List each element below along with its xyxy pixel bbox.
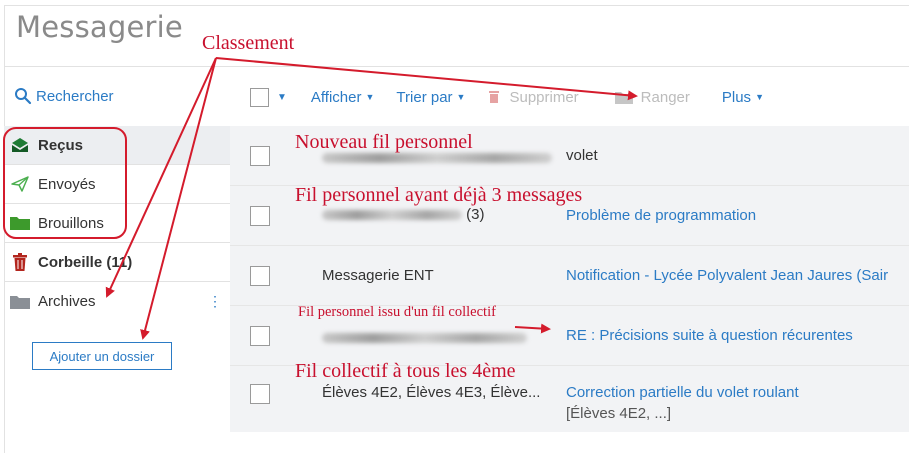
message-from [322,329,527,346]
chevron-down-icon: ▼ [755,92,764,102]
search-button[interactable]: Rechercher [14,87,114,105]
chevron-down-icon: ▼ [456,92,466,102]
inbox-icon [10,137,30,153]
move-label: Ranger [640,88,690,106]
sidebar-item-label: Reçus [38,136,84,154]
message-from: Élèves 4E2, Élèves 4E3, Élève... [322,384,541,401]
sidebar-item-label: Archives [38,293,96,310]
message-subject: volet [566,147,598,164]
message-list: volet (3) Problème de programmation Mess… [230,126,909,432]
row-checkbox[interactable] [250,384,270,404]
search-icon [15,88,32,105]
trier-label: Trier par [396,88,453,106]
sidebar-item-label: Envoyés [38,175,96,193]
message-row[interactable]: Messagerie ENT Notification - Lycée Poly… [230,246,909,306]
afficher-label: Afficher [310,88,362,106]
folder-sidebar: Reçus Envoyés Brouillons Corbeille (11) … [4,126,230,321]
search-label: Rechercher [36,87,114,105]
plus-label: Plus [721,88,752,106]
folder-icon [10,294,30,310]
message-subject: Problème de programmation [566,207,757,224]
row-checkbox[interactable] [250,266,270,286]
message-from: Messagerie ENT [322,267,434,284]
sidebar-item-archives[interactable]: Archives ⋮ [4,282,230,321]
message-toolbar: ▼ Afficher ▼ Trier par ▼ Supprimer Range… [250,85,786,109]
move-button[interactable]: Ranger [614,88,690,106]
redacted-sender [322,333,527,344]
add-folder-button[interactable]: Ajouter un dossier [32,342,172,370]
annotation-fil-3-messages: Fil personnel ayant déjà 3 messages [295,184,583,206]
message-recipients: [Élèves 4E2, ...] [566,405,672,422]
sidebar-item-trash[interactable]: Corbeille (11) [4,243,230,282]
sidebar-item-label: Brouillons [38,214,104,232]
delete-label: Supprimer [509,88,579,106]
row-checkbox[interactable] [250,206,270,226]
redacted-sender [322,153,552,164]
sidebar-item-sent[interactable]: Envoyés [4,165,230,204]
message-from: (3) [322,206,485,223]
folder-icon [10,215,30,231]
sidebar-item-label: Corbeille (11) [38,253,133,271]
plus-dropdown[interactable]: Plus ▼ [722,89,764,106]
trier-dropdown[interactable]: Trier par ▼ [396,89,465,106]
chevron-down-icon: ▼ [365,92,375,102]
annotation-fil-issu-collectif: Fil personnel issu d'un fil collectif [298,304,496,320]
message-count: (3) [466,206,485,223]
select-all-checkbox[interactable] [250,87,269,107]
send-icon [10,176,30,192]
annotation-classement: Classement [202,32,295,54]
trash-icon [10,253,30,271]
message-subject: Notification - Lycée Polyvalent Jean Jau… [566,267,889,284]
select-dropdown-icon[interactable]: ▼ [277,92,287,103]
message-subject: Correction partielle du volet roulant [566,384,799,401]
annotation-nouveau-fil: Nouveau fil personnel [295,131,473,153]
trash-icon [489,91,500,103]
row-checkbox[interactable] [250,146,270,166]
sidebar-item-inbox[interactable]: Reçus [4,126,230,165]
redacted-sender [322,210,462,221]
row-checkbox[interactable] [250,326,270,346]
sidebar-item-drafts[interactable]: Brouillons [4,204,230,243]
page-title: Messagerie [16,10,183,44]
folder-icon [614,92,633,104]
afficher-dropdown[interactable]: Afficher ▼ [311,89,375,106]
header-divider [4,66,909,67]
message-subject: RE : Précisions suite à question récuren… [566,327,853,344]
annotation-fil-collectif: Fil collectif à tous les 4ème [295,360,516,382]
delete-button[interactable]: Supprimer [487,88,579,106]
kebab-menu-icon[interactable]: ⋮ [208,293,222,310]
